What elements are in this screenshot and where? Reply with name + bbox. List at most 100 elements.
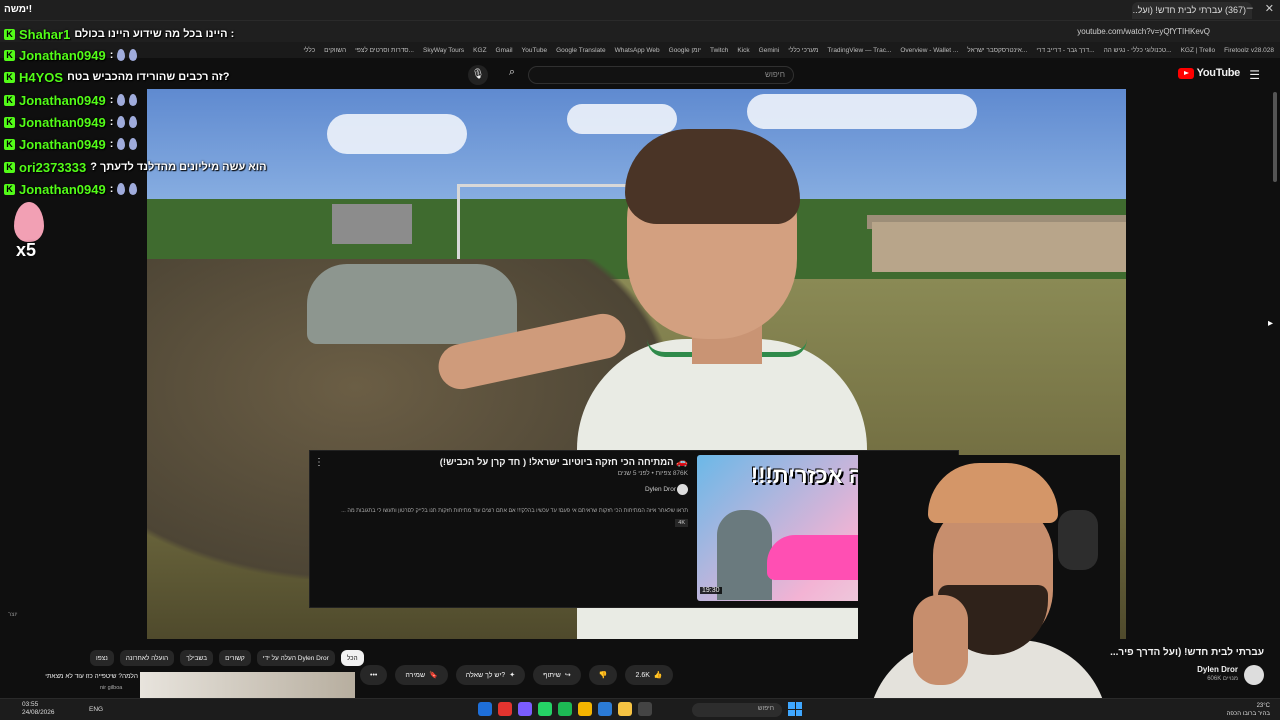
recommended-thumbnail[interactable] bbox=[140, 672, 355, 700]
chat-username[interactable]: Jonathan0949 bbox=[19, 48, 106, 63]
bookmark-item[interactable]: KGZ bbox=[473, 47, 486, 54]
weather-desc: בהיר ברובו הכפה bbox=[1226, 711, 1270, 717]
gift-count: x5 bbox=[16, 240, 37, 260]
bookmark-item[interactable]: כללי bbox=[303, 47, 315, 54]
window-controls: – ✕ bbox=[1247, 2, 1274, 15]
chat-username[interactable]: ori2373333 bbox=[19, 160, 86, 175]
bookmark-item[interactable]: WhatsApp Web bbox=[615, 47, 660, 54]
scrollbar[interactable] bbox=[1273, 92, 1277, 182]
bookmark-item[interactable]: אינטרסקסבר ישראל... bbox=[967, 47, 1027, 54]
ellipsis-icon: ••• bbox=[370, 671, 378, 679]
water-drop-emote-icon bbox=[117, 94, 126, 106]
chat-message: K H4YOS זה רכבים שהורידו מהכביש בטח? bbox=[4, 67, 229, 87]
windows-start-icon[interactable] bbox=[788, 702, 802, 716]
share-button[interactable]: שיתוף ↪ bbox=[533, 665, 581, 685]
folder-icon[interactable] bbox=[618, 702, 632, 716]
bookmark-item[interactable]: YouTube bbox=[522, 47, 548, 54]
more-options-icon[interactable]: ⋮ bbox=[314, 457, 324, 468]
spotify-icon[interactable] bbox=[558, 702, 572, 716]
chat-username[interactable]: Shahar1 bbox=[19, 27, 70, 42]
card-channel[interactable]: Dylen Dror bbox=[645, 486, 676, 493]
chat-username[interactable]: Jonathan0949 bbox=[19, 182, 106, 197]
whatsapp-icon[interactable] bbox=[538, 702, 552, 716]
water-drop-emote-icon bbox=[129, 183, 138, 195]
chat-username[interactable]: Jonathan0949 bbox=[19, 93, 106, 108]
card-title[interactable]: 🚗 המתיחה הכי חזקה ביוטיוב ישראל! ( חד קר… bbox=[328, 457, 688, 468]
thumbs-down-icon: 👎 bbox=[598, 672, 608, 679]
video-actions: ••• שמירה 🔖 יש לך שאלה? ✦ שיתוף ↪ 👎 2.6K 👍 bbox=[360, 665, 673, 685]
channel-name[interactable]: Dylen Dror bbox=[1197, 665, 1238, 674]
mic-icon[interactable]: 🎙 bbox=[468, 65, 488, 85]
taskbar-search[interactable]: חיפוש bbox=[692, 703, 782, 717]
video-cloud bbox=[747, 94, 977, 129]
subscriber-count: 606K מנויים bbox=[1207, 676, 1238, 682]
menu-icon[interactable]: ☰ bbox=[1249, 68, 1260, 82]
quality-badge: 4K bbox=[675, 519, 688, 527]
app-icon[interactable] bbox=[478, 702, 492, 716]
more-actions-button[interactable]: ••• bbox=[360, 665, 388, 685]
bookmark-item[interactable]: Gmail bbox=[496, 47, 513, 54]
bookmark-item[interactable]: Firetoolz v28.028 bbox=[1224, 47, 1274, 54]
app-icon[interactable] bbox=[498, 702, 512, 716]
bookmark-item[interactable]: טכנולוגי כללי - נגיש הה... bbox=[1104, 47, 1172, 54]
recommended-channel[interactable]: nir gilboa bbox=[100, 685, 122, 691]
bookmark-item[interactable]: KGZ | Trello bbox=[1181, 47, 1216, 54]
chat-text: ? הוא עשה מיליונים מהדלנד לדעתך bbox=[90, 161, 267, 173]
bookmark-item[interactable]: Google יומן bbox=[669, 47, 701, 54]
close-icon[interactable]: ✕ bbox=[1265, 2, 1274, 15]
bookmark-item[interactable]: Google Translate bbox=[556, 47, 606, 54]
bookmark-item[interactable]: דרך גבר - דרייב דרי... bbox=[1036, 47, 1094, 54]
bookmark-item[interactable]: השווקים bbox=[324, 47, 346, 54]
youtube-logo[interactable]: YouTube bbox=[1177, 67, 1240, 79]
filter-chip[interactable]: בשבילך bbox=[180, 650, 214, 666]
ask-button[interactable]: יש לך שאלה? ✦ bbox=[455, 665, 526, 685]
minimize-icon[interactable]: – bbox=[1247, 2, 1253, 15]
water-drop-emote-icon bbox=[129, 49, 138, 61]
chat-username[interactable]: H4YOS bbox=[19, 70, 63, 85]
weather-temp: 23°C bbox=[1256, 703, 1270, 709]
app-icon[interactable] bbox=[598, 702, 612, 716]
weather-widget[interactable]: 23°C בהיר ברובו הכפה bbox=[1227, 702, 1270, 718]
url-field[interactable]: youtube.com/watch?v=yQfYTIHKevQ bbox=[1077, 27, 1210, 36]
chat-message: K Jonathan0949: bbox=[4, 134, 138, 154]
bookmark-item[interactable]: SkyWay Tours bbox=[423, 47, 464, 54]
filter-chip[interactable]: קשורים bbox=[219, 650, 251, 666]
bookmark-item[interactable]: Overview - Wallet ... bbox=[900, 47, 958, 54]
bookmark-item[interactable]: Gemini bbox=[759, 47, 780, 54]
channel-avatar[interactable] bbox=[1244, 665, 1264, 685]
bookmark-item[interactable]: TradingView — Trac... bbox=[827, 47, 891, 54]
language-indicator[interactable]: ENG bbox=[89, 706, 103, 713]
discord-icon[interactable] bbox=[518, 702, 532, 716]
filter-chip[interactable]: העלה על ידי Dylen Dror bbox=[256, 650, 335, 666]
filter-chip[interactable]: הכל bbox=[340, 650, 364, 666]
like-button[interactable]: 2.6K 👍 bbox=[625, 665, 673, 685]
taskbar-clock[interactable]: 03:55 24/08/2026 bbox=[22, 701, 55, 717]
bookmark-item[interactable]: סדרות וסרטים לצפי... bbox=[355, 47, 414, 54]
water-drop-emote-icon bbox=[129, 94, 138, 106]
search-input[interactable]: חיפוש bbox=[528, 66, 794, 84]
chat-message: Kori2373333 ? הוא עשה מיליונים מהדלנד לדע… bbox=[4, 157, 267, 177]
play-logo-icon bbox=[1177, 67, 1194, 79]
chat-username[interactable]: Jonathan0949 bbox=[19, 137, 106, 152]
chat-text: : bbox=[109, 94, 114, 106]
video-cloud bbox=[567, 104, 677, 134]
bookmark-item[interactable]: Twitch bbox=[710, 47, 728, 54]
dislike-button[interactable]: 👎 bbox=[588, 665, 618, 685]
filter-chip[interactable]: הועלה לאחרונה bbox=[119, 650, 175, 666]
card-channel-avatar[interactable] bbox=[677, 484, 688, 495]
chat-message: K Jonathan0949: bbox=[4, 112, 138, 132]
tab-active[interactable]: (367) עברתי לבית חדש! (ועל... bbox=[1132, 2, 1252, 19]
water-drop-emote-icon bbox=[117, 49, 126, 61]
app-icon[interactable] bbox=[638, 702, 652, 716]
recommended-video-title[interactable]: הלמה? שיטפייה כזו עוד לא מצאתי bbox=[43, 673, 138, 680]
save-button[interactable]: שמירה 🔖 bbox=[395, 665, 448, 685]
chrome-icon[interactable] bbox=[578, 702, 592, 716]
search-icon[interactable]: ⌕ bbox=[500, 66, 524, 84]
card-views: 876K צפיות • לפני 5 שנים bbox=[617, 470, 688, 477]
chat-username[interactable]: Jonathan0949 bbox=[19, 115, 106, 130]
kick-badge-icon: K bbox=[4, 183, 15, 195]
sparkle-icon: ✦ bbox=[509, 672, 516, 679]
filter-chip[interactable]: נצפו bbox=[90, 650, 114, 666]
bookmark-item[interactable]: Kick bbox=[737, 47, 749, 54]
bookmark-item[interactable]: מערכי כללי bbox=[788, 47, 818, 54]
